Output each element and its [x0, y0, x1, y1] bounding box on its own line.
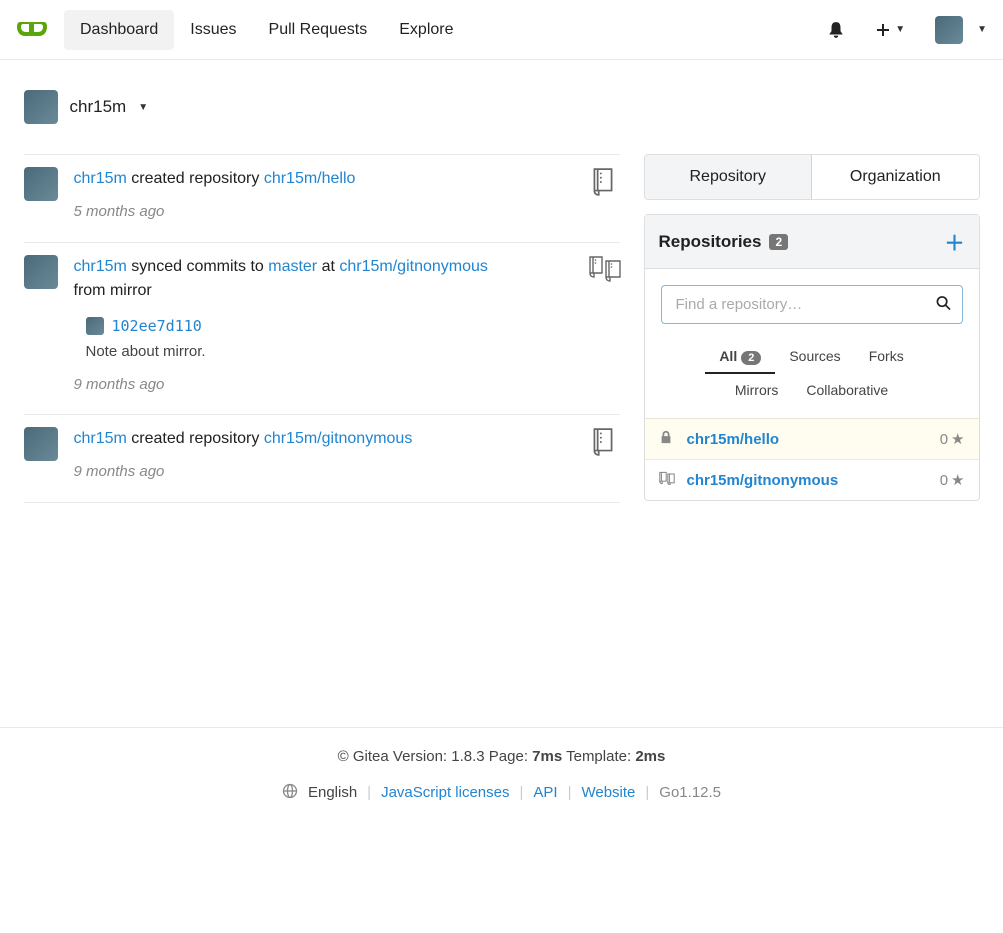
filter-all[interactable]: All2: [705, 340, 775, 374]
filter-count-badge: 2: [741, 351, 761, 365]
footer-js-licenses-link[interactable]: JavaScript licenses: [381, 784, 509, 801]
feed-item: chr15m created repository chr15m/gitnony…: [24, 415, 620, 503]
nav-dashboard[interactable]: Dashboard: [64, 10, 174, 50]
footer-api-link[interactable]: API: [533, 784, 557, 801]
filter-forks[interactable]: Forks: [855, 340, 918, 374]
notifications-icon[interactable]: [827, 21, 845, 39]
footer-version: © Gitea Version: 1.8.3 Page:: [338, 748, 533, 765]
activity-feed: chr15m created repository chr15m/hello 5…: [24, 154, 620, 503]
language-selector[interactable]: English: [308, 784, 357, 801]
globe-icon: [282, 783, 298, 803]
context-username: chr15m: [70, 97, 127, 117]
feed-timestamp: 9 months ago: [74, 461, 572, 484]
top-nav: Dashboard Issues Pull Requests Explore ▼…: [0, 0, 1003, 60]
repo-icon: [588, 167, 620, 224]
mirror-icon: [659, 471, 677, 489]
nav-pull-requests[interactable]: Pull Requests: [253, 10, 384, 50]
footer-template-time: 2ms: [635, 748, 665, 765]
feed-text: synced commits to: [127, 258, 268, 275]
avatar[interactable]: [24, 167, 58, 201]
repo-stars: 0 ★: [940, 430, 965, 448]
footer-text: Template:: [562, 748, 635, 765]
repo-row[interactable]: chr15m/gitnonymous 0 ★: [645, 459, 979, 500]
chevron-down-icon: ▼: [138, 102, 148, 113]
feed-text: from mirror: [74, 279, 572, 303]
nav-explore[interactable]: Explore: [383, 10, 469, 50]
user-menu[interactable]: ▼: [935, 16, 987, 44]
context-switcher[interactable]: chr15m ▼: [24, 84, 980, 130]
avatar[interactable]: [24, 427, 58, 461]
filter-sources[interactable]: Sources: [775, 340, 854, 374]
sidebar-tabs: Repository Organization: [644, 154, 980, 200]
commit-sha-link[interactable]: 102ee7d110: [112, 315, 202, 338]
repo-search-input[interactable]: [661, 285, 963, 324]
chevron-down-icon: ▼: [895, 24, 905, 35]
feed-text: at: [317, 258, 339, 275]
footer-go-version: Go1.12.5: [659, 784, 721, 801]
feed-item: chr15m created repository chr15m/hello 5…: [24, 154, 620, 243]
mirror-icon: [588, 255, 620, 397]
feed-user-link[interactable]: chr15m: [74, 258, 127, 275]
new-repo-button[interactable]: ＋: [945, 227, 965, 256]
star-icon: ★: [951, 471, 964, 489]
repo-filter-tabs: All2 Sources Forks Mirrors Collaborative: [645, 340, 979, 418]
avatar[interactable]: [86, 317, 104, 335]
feed-repo-link[interactable]: chr15m/gitnonymous: [339, 258, 488, 275]
feed-text: created repository: [127, 170, 264, 187]
repo-stars: 0 ★: [940, 471, 965, 489]
filter-collaborative[interactable]: Collaborative: [792, 374, 902, 406]
feed-repo-link[interactable]: chr15m/gitnonymous: [264, 430, 413, 447]
repo-link[interactable]: chr15m/hello: [687, 431, 780, 448]
chevron-down-icon: ▼: [977, 24, 987, 35]
feed-item: chr15m synced commits to master at chr15…: [24, 243, 620, 416]
panel-title: Repositories: [659, 232, 762, 252]
avatar[interactable]: [24, 255, 58, 289]
repo-count-badge: 2: [769, 234, 788, 250]
commit-message: Note about mirror.: [86, 341, 572, 364]
filter-mirrors[interactable]: Mirrors: [721, 374, 793, 406]
nav-issues[interactable]: Issues: [174, 10, 252, 50]
repositories-panel: Repositories 2 ＋ All2: [644, 214, 980, 501]
tab-organization[interactable]: Organization: [812, 155, 979, 199]
feed-timestamp: 9 months ago: [74, 374, 572, 397]
feed-branch-link[interactable]: master: [268, 258, 317, 275]
footer-website-link[interactable]: Website: [581, 784, 635, 801]
repo-icon: [588, 427, 620, 484]
gitea-logo[interactable]: [16, 14, 48, 46]
avatar: [935, 16, 963, 44]
avatar: [24, 90, 58, 124]
repo-row[interactable]: chr15m/hello 0 ★: [645, 418, 979, 459]
lock-icon: [659, 430, 677, 448]
tab-repository[interactable]: Repository: [645, 155, 813, 199]
feed-timestamp: 5 months ago: [74, 201, 572, 224]
search-icon: [936, 295, 951, 314]
star-icon: ★: [951, 430, 964, 448]
feed-user-link[interactable]: chr15m: [74, 430, 127, 447]
feed-text: created repository: [127, 430, 264, 447]
footer-page-time: 7ms: [532, 748, 562, 765]
feed-user-link[interactable]: chr15m: [74, 170, 127, 187]
repo-link[interactable]: chr15m/gitnonymous: [687, 472, 839, 489]
footer: © Gitea Version: 1.8.3 Page: 7ms Templat…: [0, 727, 1003, 823]
create-menu[interactable]: ▼: [875, 22, 905, 38]
feed-repo-link[interactable]: chr15m/hello: [264, 170, 356, 187]
